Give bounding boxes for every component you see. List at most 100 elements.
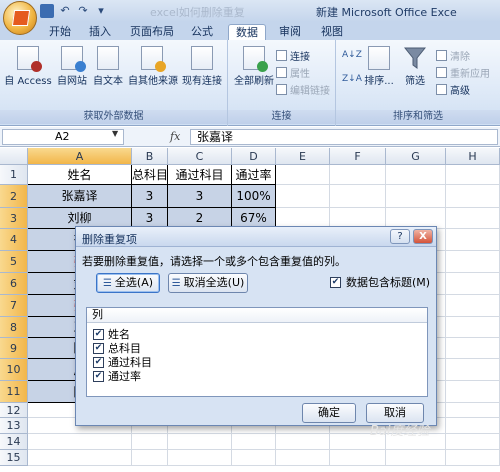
tab-home[interactable]: 开始 (42, 24, 78, 40)
row-header[interactable]: 1 (0, 165, 28, 185)
column-header-c[interactable]: C (168, 148, 232, 165)
table-header-cell[interactable]: 通过科目 (168, 165, 232, 185)
name-box[interactable]: A2 (2, 129, 124, 145)
redo-icon[interactable]: ↷ (76, 4, 90, 18)
existing-connections-button[interactable]: 现有连接 (180, 46, 224, 87)
grid-cell[interactable] (446, 359, 500, 381)
row-header[interactable]: 2 (0, 185, 28, 208)
column-header-a[interactable]: A (28, 148, 132, 165)
column-header-b[interactable]: B (132, 148, 168, 165)
row-header[interactable]: 12 (0, 403, 28, 418)
help-button[interactable]: ? (390, 229, 410, 244)
row-header[interactable]: 14 (0, 434, 28, 450)
edit-links-button[interactable]: 编辑链接 (276, 82, 330, 97)
grid-cell[interactable] (276, 434, 330, 450)
from-web-button[interactable]: 自网站 (54, 46, 90, 87)
column-checkbox-rate[interactable]: ✔ 通过率 (93, 368, 141, 384)
column-header-g[interactable]: G (386, 148, 446, 165)
select-all-corner[interactable] (0, 148, 28, 165)
table-cell[interactable]: 3 (132, 185, 168, 208)
column-header-d[interactable]: D (232, 148, 276, 165)
columns-list[interactable]: 列 ✔ 姓名 ✔ 总科目 ✔ 通过科目 ✔ 通过率 (86, 307, 428, 397)
advanced-filter-button[interactable]: 高级 (436, 82, 470, 97)
tab-insert[interactable]: 插入 (82, 24, 118, 40)
grid-cell[interactable] (446, 273, 500, 295)
column-header-h[interactable]: H (446, 148, 500, 165)
grid-cell[interactable] (446, 251, 500, 273)
dropdown-icon[interactable]: ▾ (94, 4, 108, 18)
sort-ascending-icon[interactable]: A↓Z (342, 50, 362, 60)
grid-cell[interactable] (232, 434, 276, 450)
grid-cell[interactable] (446, 317, 500, 338)
data-has-headers-checkbox[interactable]: ✔ 数据包含标题(M) (330, 274, 430, 290)
grid-cell[interactable] (276, 165, 330, 185)
row-header[interactable]: 11 (0, 381, 28, 403)
grid-cell[interactable] (28, 450, 132, 466)
row-header[interactable]: 4 (0, 229, 28, 251)
grid-cell[interactable] (446, 338, 500, 359)
grid-cell[interactable] (276, 450, 330, 466)
tab-page-layout[interactable]: 页面布局 (124, 24, 180, 40)
grid-cell[interactable] (446, 418, 500, 434)
formula-input[interactable]: 张嘉译 (190, 129, 498, 145)
grid-cell[interactable] (276, 185, 330, 208)
grid-cell[interactable] (446, 229, 500, 251)
refresh-all-button[interactable]: 全部刷新 (232, 46, 276, 87)
table-header-cell[interactable]: 通过率 (232, 165, 276, 185)
grid-cell[interactable] (386, 165, 446, 185)
name-box-dropdown-icon[interactable]: ▼ (112, 129, 118, 138)
filter-button[interactable]: 筛选 (398, 46, 432, 87)
grid-cell[interactable] (446, 450, 500, 466)
grid-cell[interactable] (446, 185, 500, 208)
sort-button[interactable]: 排序... (362, 46, 396, 87)
clear-filter-button[interactable]: 清除 (436, 48, 470, 63)
connections-button[interactable]: 连接 (276, 48, 310, 63)
office-button[interactable] (3, 1, 37, 35)
grid-cell[interactable] (232, 450, 276, 466)
row-header[interactable]: 3 (0, 208, 28, 229)
row-header[interactable]: 6 (0, 273, 28, 295)
select-all-button[interactable]: ☰ 全选(A) (96, 273, 160, 293)
tab-review[interactable]: 审阅 (272, 24, 308, 40)
from-text-button[interactable]: 自文本 (90, 46, 126, 87)
undo-icon[interactable]: ↶ (58, 4, 72, 18)
reapply-button[interactable]: 重新应用 (436, 65, 490, 80)
tab-data[interactable]: 数据 (228, 24, 266, 40)
tab-formulas[interactable]: 公式 (184, 24, 220, 40)
table-cell[interactable]: 100% (232, 185, 276, 208)
tab-view[interactable]: 视图 (314, 24, 350, 40)
table-header-cell[interactable]: 姓名 (28, 165, 132, 185)
row-header[interactable]: 9 (0, 338, 28, 359)
ok-button[interactable]: 确定 (302, 403, 356, 423)
from-other-sources-button[interactable]: 自其他来源 (128, 46, 178, 87)
row-header[interactable]: 13 (0, 418, 28, 434)
properties-button[interactable]: 属性 (276, 65, 310, 80)
row-header[interactable]: 10 (0, 359, 28, 381)
grid-cell[interactable] (132, 434, 168, 450)
grid-cell[interactable] (330, 165, 386, 185)
grid-cell[interactable] (330, 185, 386, 208)
grid-cell[interactable] (446, 381, 500, 403)
table-cell[interactable]: 张嘉译 (28, 185, 132, 208)
grid-cell[interactable] (28, 434, 132, 450)
table-header-cell[interactable]: 总科目 (132, 165, 168, 185)
row-header[interactable]: 7 (0, 295, 28, 317)
grid-cell[interactable] (330, 450, 386, 466)
row-header[interactable]: 15 (0, 450, 28, 466)
row-header[interactable]: 8 (0, 317, 28, 338)
table-cell[interactable]: 3 (168, 185, 232, 208)
grid-cell[interactable] (168, 434, 232, 450)
column-header-f[interactable]: F (330, 148, 386, 165)
insert-function-icon[interactable]: fx (170, 130, 180, 143)
close-button[interactable]: X (413, 229, 433, 244)
grid-cell[interactable] (446, 403, 500, 418)
grid-cell[interactable] (168, 450, 232, 466)
row-header[interactable]: 5 (0, 251, 28, 273)
from-access-button[interactable]: 自 Access (4, 46, 52, 87)
grid-cell[interactable] (446, 208, 500, 229)
column-header-e[interactable]: E (276, 148, 330, 165)
grid-cell[interactable] (446, 165, 500, 185)
grid-cell[interactable] (446, 434, 500, 450)
save-icon[interactable] (40, 4, 54, 18)
sort-descending-icon[interactable]: Z↓A (342, 74, 362, 84)
